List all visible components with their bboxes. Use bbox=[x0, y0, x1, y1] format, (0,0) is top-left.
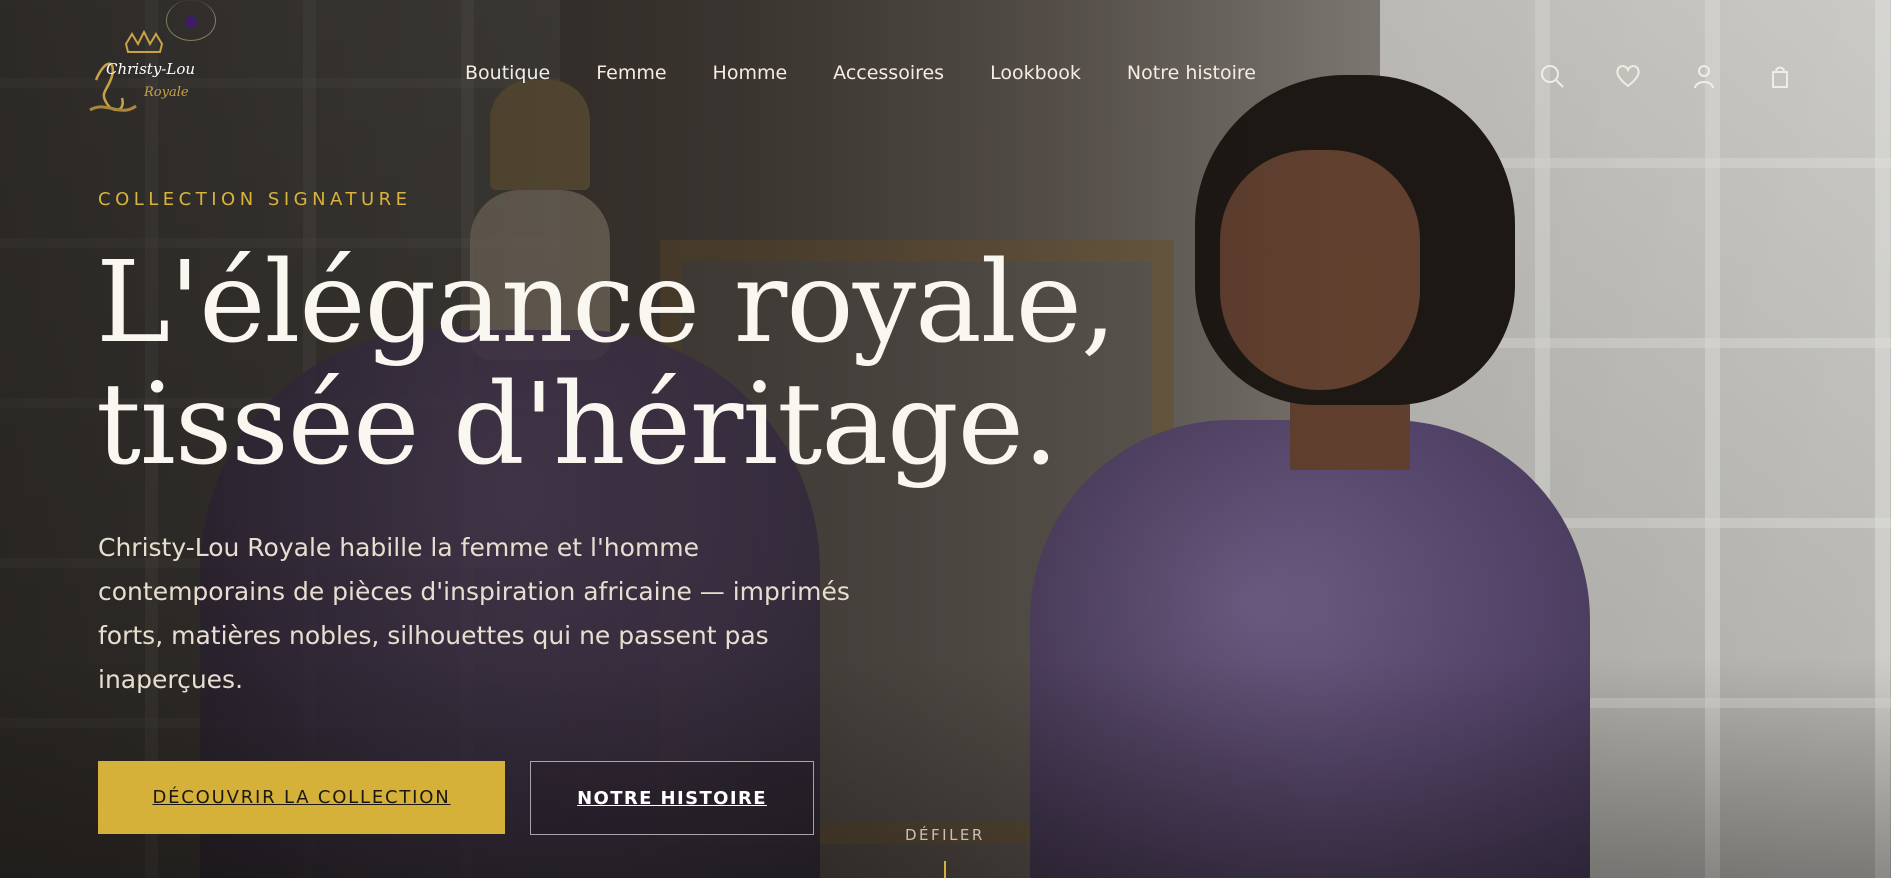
hero-headline-line1: L'élégance royale, bbox=[96, 238, 1116, 368]
nav-item-femme[interactable]: Femme bbox=[596, 62, 666, 84]
scroll-indicator-line bbox=[944, 861, 946, 878]
logo-wordmark: Christy-Lou bbox=[106, 60, 195, 78]
user-icon[interactable] bbox=[1690, 62, 1718, 90]
hero-eyebrow: COLLECTION SIGNATURE bbox=[98, 189, 412, 210]
hero-section: Christy-Lou Royale Boutique Femme Homme … bbox=[0, 0, 1891, 878]
hero-headline: L'élégance royale, tissée d'héritage. bbox=[96, 238, 1116, 490]
nav-item-notre-histoire[interactable]: Notre histoire bbox=[1127, 62, 1256, 84]
our-story-button[interactable]: NOTRE HISTOIRE bbox=[530, 761, 814, 835]
nav-item-lookbook[interactable]: Lookbook bbox=[990, 62, 1081, 84]
nav-item-boutique[interactable]: Boutique bbox=[465, 62, 550, 84]
nav-item-homme[interactable]: Homme bbox=[713, 62, 788, 84]
shopping-bag-icon[interactable] bbox=[1766, 62, 1794, 90]
header-actions bbox=[1538, 62, 1842, 90]
crown-logo-icon: Christy-Lou Royale bbox=[89, 29, 195, 112]
decorative-dot bbox=[185, 16, 197, 28]
nav-item-accessoires[interactable]: Accessoires bbox=[833, 62, 944, 84]
heart-icon[interactable] bbox=[1614, 62, 1642, 90]
hero-headline-line2: tissée d'héritage. bbox=[96, 360, 1059, 490]
discover-collection-button[interactable]: DÉCOUVRIR LA COLLECTION bbox=[98, 761, 505, 834]
svg-text:Royale: Royale bbox=[143, 85, 189, 100]
search-icon[interactable] bbox=[1538, 62, 1566, 90]
hero-description: Christy-Lou Royale habille la femme et l… bbox=[98, 533, 850, 694]
main-nav: Boutique Femme Homme Accessoires Lookboo… bbox=[465, 62, 1302, 84]
brand-logo[interactable]: Christy-Lou Royale bbox=[86, 29, 210, 124]
scroll-indicator-label[interactable]: DÉFILER bbox=[905, 826, 985, 844]
